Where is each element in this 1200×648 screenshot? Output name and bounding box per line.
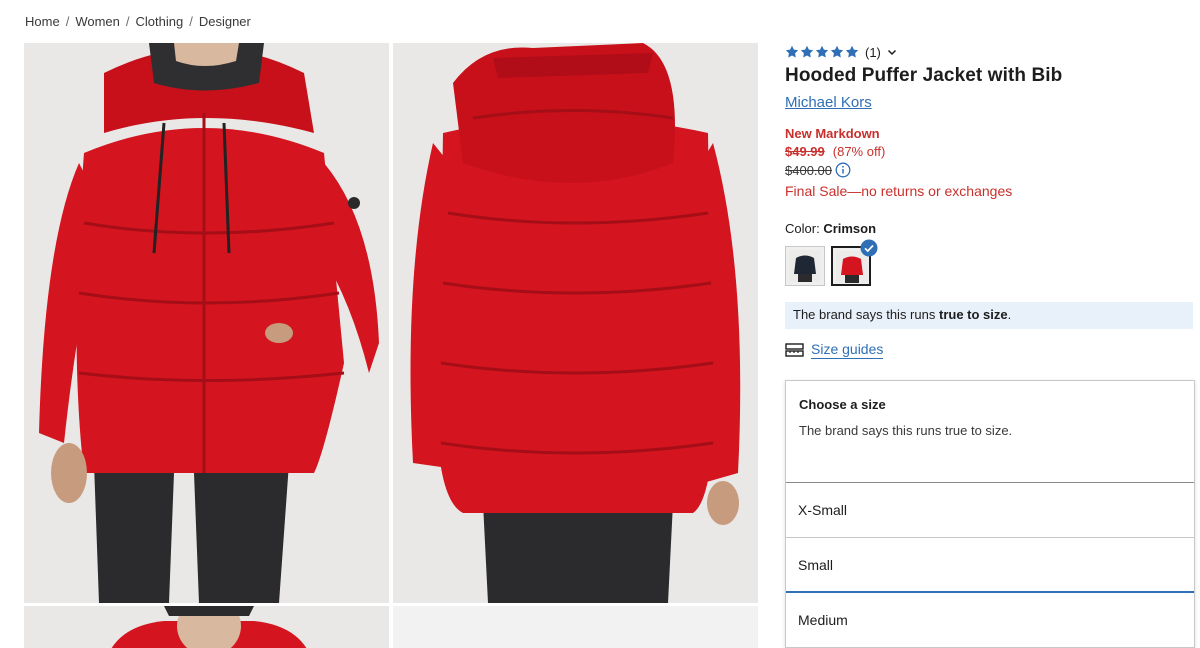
product-details: (1) Hooded Puffer Jacket with Bib Michae… (785, 43, 1195, 361)
chevron-down-icon[interactable] (887, 47, 897, 57)
product-image-alt[interactable] (24, 606, 389, 648)
breadcrumb-separator: / (189, 14, 193, 29)
star-icon (845, 45, 859, 58)
size-option-small[interactable]: Small (786, 538, 1194, 593)
info-icon[interactable] (835, 162, 851, 178)
rating-row[interactable]: (1) (785, 43, 1195, 61)
breadcrumb-designer[interactable]: Designer (199, 14, 251, 29)
discount-percent: (87% off) (832, 144, 886, 159)
sale-price: $49.99 (785, 144, 825, 159)
color-swatches (785, 239, 1195, 288)
size-guides-label[interactable]: Size guides (811, 341, 884, 359)
ruler-icon (785, 343, 804, 357)
fit-banner: The brand says this runs true to size. (785, 302, 1193, 329)
fit-suffix: . (1007, 307, 1012, 322)
star-icon (830, 45, 844, 58)
swatch-navy[interactable] (785, 246, 825, 286)
original-price: $400.00 (785, 162, 832, 178)
star-icon (815, 45, 829, 58)
size-option-medium[interactable]: Medium (786, 593, 1194, 648)
fit-prefix: The brand says this runs (793, 307, 936, 322)
color-label: Color: Crimson (785, 221, 1195, 236)
star-rating (785, 45, 859, 59)
swatch-crimson[interactable] (831, 239, 878, 286)
markdown-badge: New Markdown (785, 126, 880, 141)
breadcrumb-home[interactable]: Home (25, 14, 60, 29)
product-image-back[interactable] (393, 43, 758, 603)
size-selector-header: Choose a size The brand says this runs t… (786, 381, 1194, 483)
selected-color: Crimson (823, 221, 877, 236)
breadcrumb-clothing[interactable]: Clothing (136, 14, 184, 29)
size-option-xsmall[interactable]: X-Small (786, 483, 1194, 538)
size-guides-link[interactable]: Size guides (785, 339, 1195, 361)
size-selector-heading: Choose a size (799, 397, 886, 412)
check-icon (860, 239, 878, 257)
product-image-front[interactable] (24, 43, 389, 603)
fit-emphasis: true to size (938, 307, 1008, 322)
original-price-row: $400.00 (785, 162, 1195, 178)
sale-price-row: $49.99 (87% off) (785, 144, 1195, 159)
product-image-placeholder[interactable] (393, 606, 758, 648)
star-icon (785, 45, 799, 58)
color-label-text: Color: (785, 221, 820, 236)
breadcrumb-separator: / (65, 14, 70, 29)
star-icon (800, 45, 814, 58)
product-title: Hooded Puffer Jacket with Bib (785, 65, 1063, 86)
brand-link[interactable]: Michael Kors (785, 94, 872, 111)
breadcrumb: Home / Women / Clothing / Designer (25, 14, 251, 29)
breadcrumb-separator: / (125, 14, 130, 29)
size-selector: Choose a size The brand says this runs t… (785, 380, 1195, 648)
size-selector-note: The brand says this runs true to size. (799, 423, 1013, 438)
final-sale-notice: Final Sale—no returns or exchanges (785, 183, 1013, 199)
breadcrumb-women[interactable]: Women (75, 14, 120, 29)
review-count[interactable]: (1) (865, 45, 881, 60)
